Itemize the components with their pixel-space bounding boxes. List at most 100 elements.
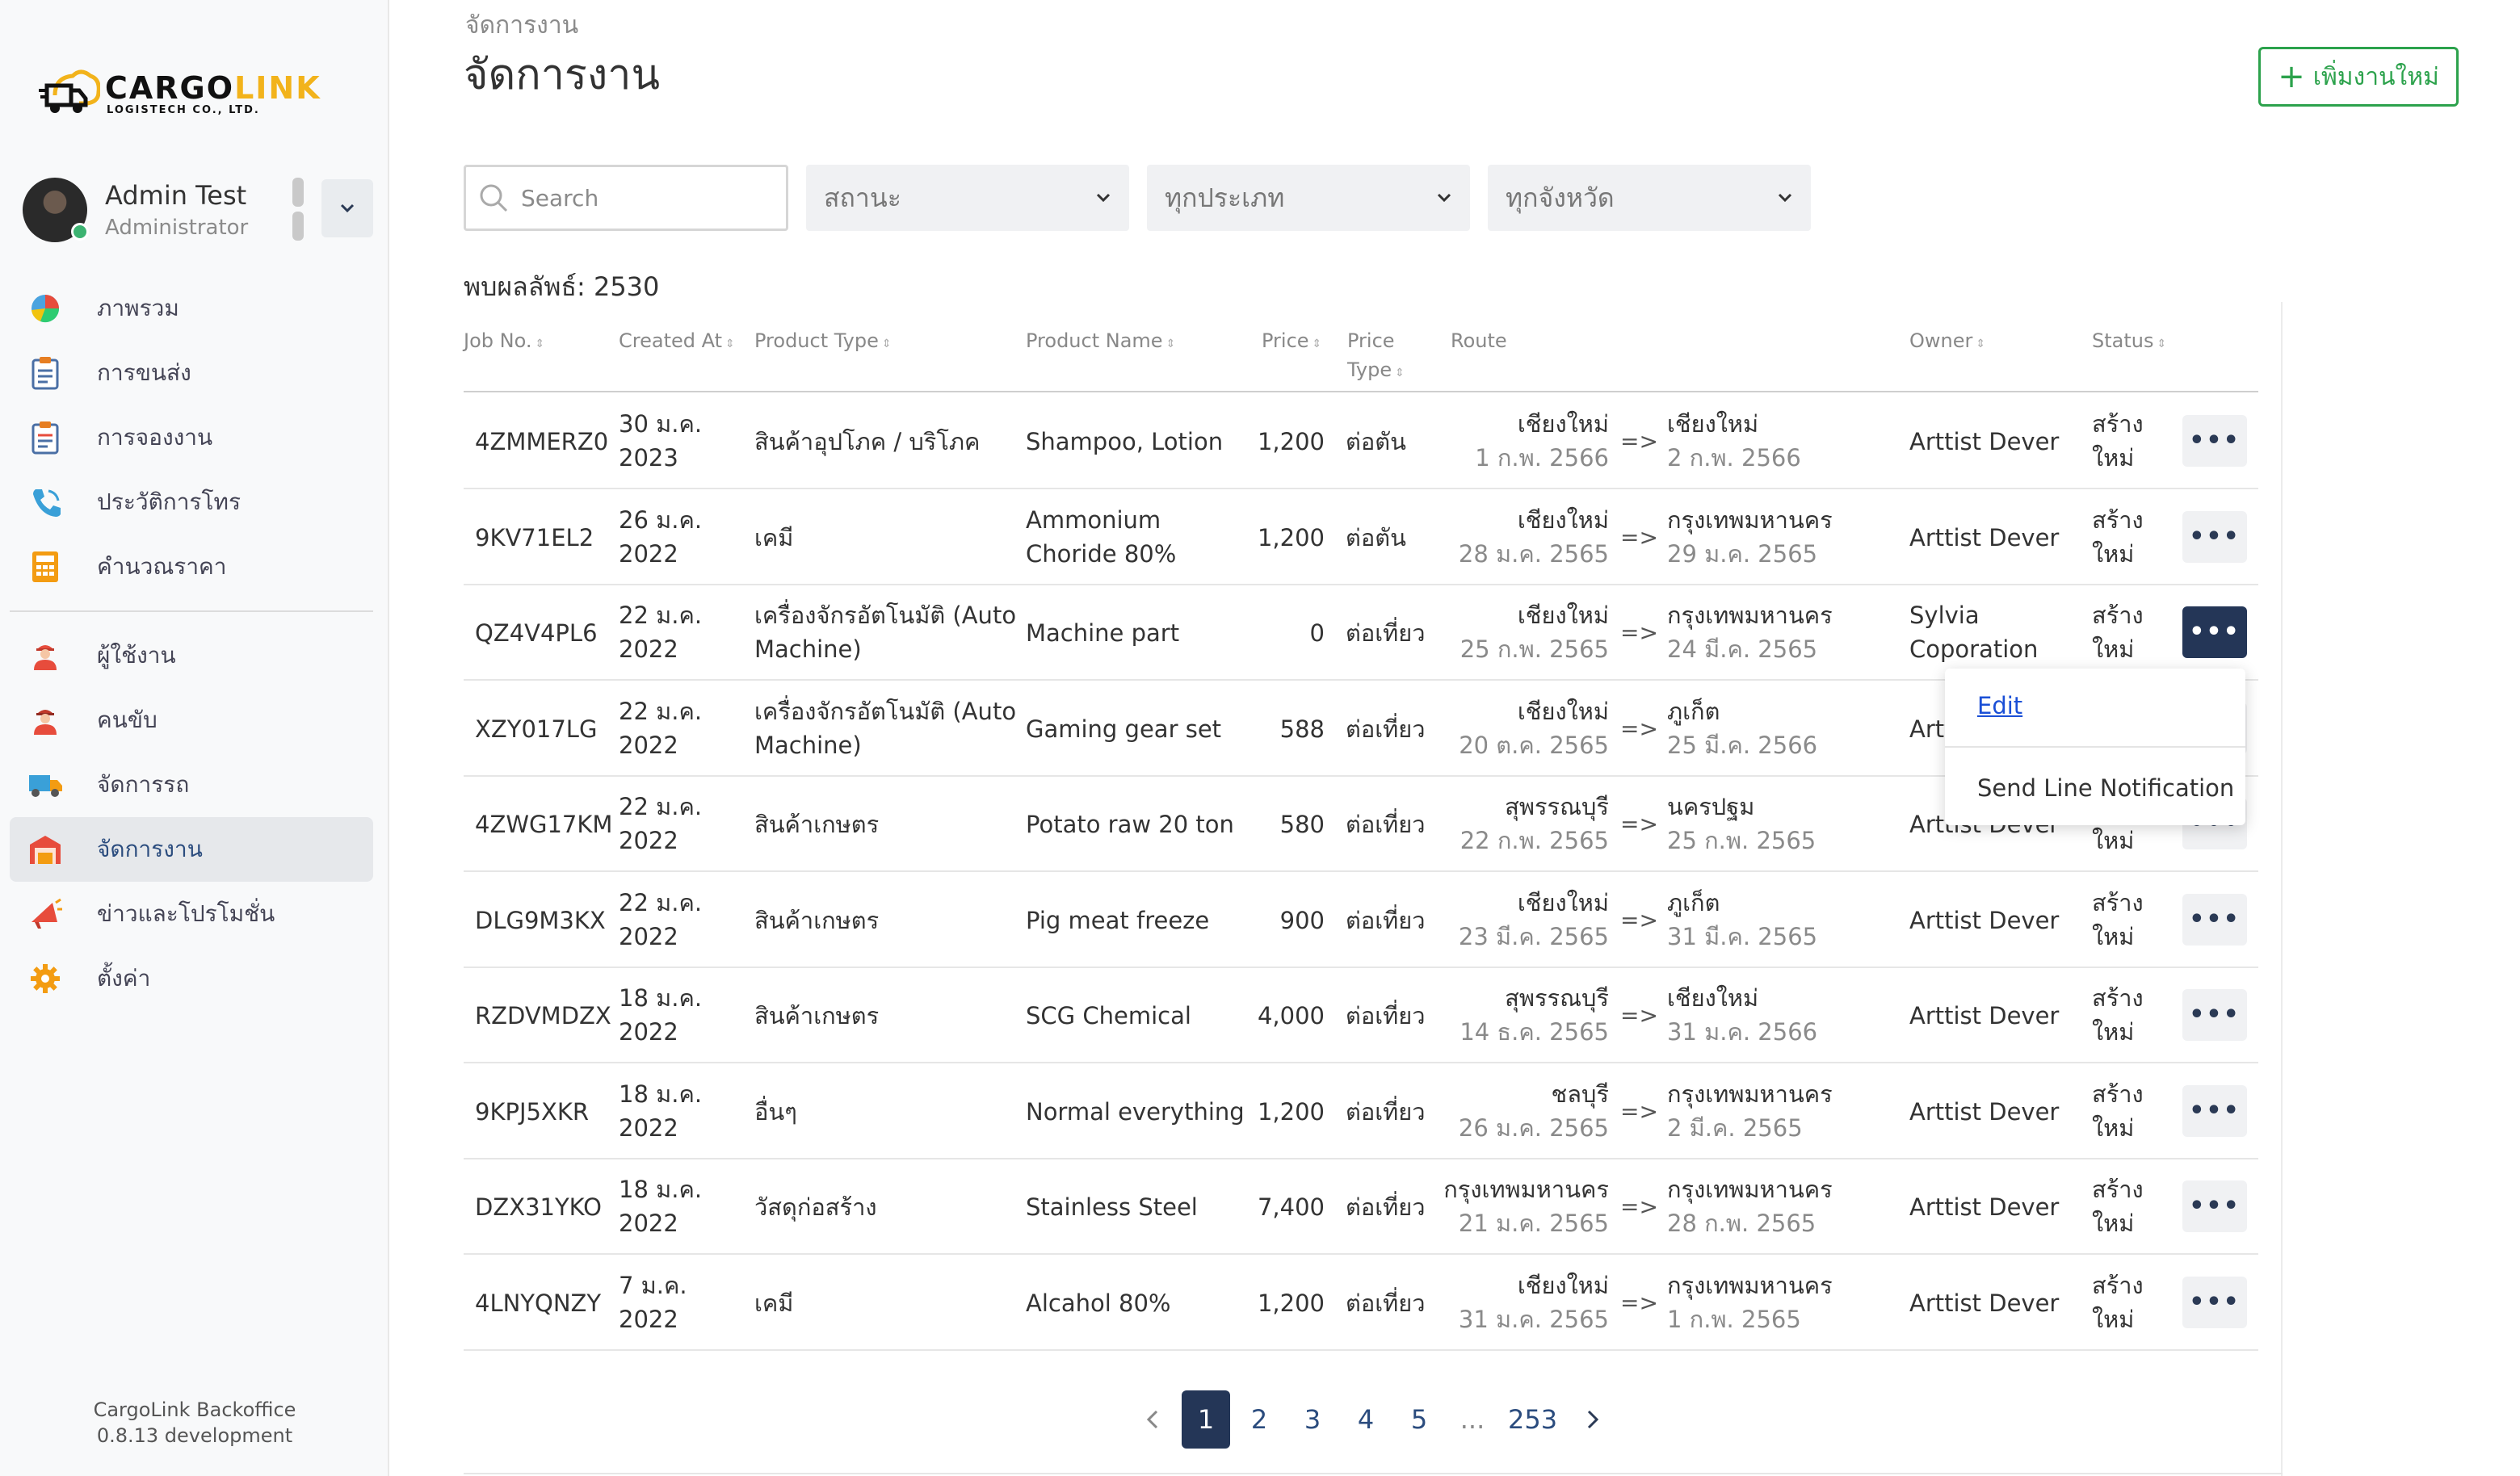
row-actions-button[interactable]: ••• — [2182, 893, 2247, 946]
sidebar-item-call-history[interactable]: ประวัติการโทร — [10, 470, 373, 535]
profile-menu-toggle[interactable] — [321, 179, 373, 237]
sidebar-scrollbar[interactable] — [292, 178, 304, 242]
col-header-product-type[interactable]: Product Type ⇕ — [754, 326, 892, 359]
route-origin: สุพรรณบุรี 22 ก.พ. 2565 — [1460, 793, 1609, 854]
price-type: ต่อตัน — [1346, 523, 1406, 551]
product-name: Ammonium Choride 80% — [1026, 505, 1177, 568]
page-2-button[interactable]: 2 — [1235, 1390, 1283, 1449]
edit-job-link[interactable]: Edit — [1945, 669, 2245, 743]
sidebar-item-label: ผู้ใช้งาน — [97, 642, 176, 669]
search-box[interactable] — [464, 165, 788, 231]
more-horizontal-icon: ••• — [2189, 904, 2241, 933]
owner: Arttist Dever — [1909, 428, 2060, 455]
sidebar-item-jobs[interactable]: จัดการงาน — [10, 817, 373, 882]
status-filter-value: สถานะ — [824, 182, 901, 213]
table-row[interactable]: DLG9M3KX 22 ม.ค. 2022 สินค้าเกษตร Pig meat f… — [464, 873, 2258, 968]
row-actions-button[interactable]: ••• — [2182, 1276, 2247, 1328]
col-header-job-no[interactable]: Job No. ⇕ — [464, 326, 544, 359]
sidebar-item-shipping[interactable]: การขนส่ง — [10, 341, 373, 405]
price: 588 — [1279, 715, 1325, 743]
price-type: ต่อเที่ยว — [1346, 1097, 1426, 1126]
profile-name: Admin Test — [105, 180, 247, 211]
pagination: 1 2 3 4 5 ... 253 — [1126, 1390, 1619, 1449]
table-row[interactable]: RZDVMDZX 18 ม.ค. 2022 สินค้าเกษตร SCG Chemic… — [464, 968, 2258, 1063]
page-3-button[interactable]: 3 — [1288, 1390, 1337, 1449]
col-header-status[interactable]: Status ⇕ — [2092, 326, 2166, 359]
sidebar-item-price-calculator[interactable]: คำนวณราคา — [10, 535, 373, 599]
route-origin: เชียงใหม่ 23 มี.ค. 2565 — [1458, 888, 1609, 950]
more-horizontal-icon: ••• — [2189, 522, 2241, 551]
row-actions-button[interactable]: ••• — [2182, 510, 2247, 563]
breadcrumb[interactable]: จัดการงาน — [465, 6, 578, 44]
created-at: 30 ม.ค. 2023 — [619, 410, 703, 472]
owner: Arttist Dever — [1909, 1097, 2060, 1126]
table-row[interactable]: 4ZMMERZ0 30 ม.ค. 2023 สินค้าอุปโภค / บริโภค… — [464, 394, 2258, 489]
price-type: ต่อเที่ยว — [1346, 906, 1426, 934]
row-actions-button[interactable]: ••• — [2182, 989, 2247, 1041]
route-arrow: => — [1620, 523, 1658, 551]
send-line-notification-item[interactable]: Send Line Notification — [1945, 751, 2245, 825]
sidebar-item-settings[interactable]: ตั้งค่า — [10, 946, 373, 1011]
table-row[interactable]: 9KV71EL2 26 ม.ค. 2022 เคมี Ammonium Choride 8… — [464, 490, 2258, 585]
sidebar-item-news-promotions[interactable]: ข่าวและโปรโมชั่น — [10, 882, 373, 946]
route-origin: เชียงใหม่ 1 ก.พ. 2566 — [1475, 410, 1609, 472]
last-page-button[interactable]: 253 — [1502, 1390, 1564, 1449]
row-actions-button[interactable]: ••• — [2182, 606, 2247, 658]
menu-divider — [1945, 746, 2245, 748]
sidebar-item-overview[interactable]: ภาพรวม — [10, 276, 373, 341]
province-filter-select[interactable]: ทุกจังหวัด — [1488, 165, 1811, 231]
price: 4,000 — [1257, 1002, 1325, 1029]
route-arrow: => — [1620, 428, 1658, 455]
add-job-label: เพิ่มงานใหม่ — [2312, 62, 2439, 91]
avatar[interactable] — [23, 178, 89, 242]
route-arrow: => — [1620, 715, 1658, 742]
col-header-price[interactable]: Price ⇕ — [1262, 326, 1321, 359]
table-row[interactable]: DZX31YKO 18 ม.ค. 2022 วัสดุก่อสร้าง Stainles… — [464, 1159, 2258, 1255]
col-header-product-name[interactable]: Product Name ⇕ — [1026, 326, 1175, 359]
col-header-created-at[interactable]: Created At ⇕ — [619, 326, 735, 359]
created-at: 26 ม.ค. 2022 — [619, 505, 703, 568]
next-page-button[interactable] — [1569, 1390, 1617, 1449]
created-at: 18 ม.ค. 2022 — [619, 984, 703, 1046]
sidebar-item-booking[interactable]: การจองงาน — [10, 405, 373, 470]
row-actions-button[interactable]: ••• — [2182, 1180, 2247, 1232]
row-actions-button[interactable]: ••• — [2182, 415, 2247, 467]
search-input[interactable] — [521, 184, 779, 212]
product-type: สินค้าเกษตร — [754, 1002, 880, 1029]
cargolink-logo[interactable]: CARGOLINK LOGISTECH CO., LTD. — [39, 68, 321, 120]
pie-chart-icon — [27, 291, 63, 326]
chevron-right-icon — [1588, 1410, 1599, 1429]
price-type: ต่อเที่ยว — [1346, 715, 1426, 743]
route-destination: นครปฐม 25 ก.พ. 2565 — [1667, 793, 1816, 854]
created-at: 22 ม.ค. 2022 — [619, 602, 703, 663]
route-destination: กรุงเทพมหานคร 29 ม.ค. 2565 — [1667, 505, 1833, 568]
col-header-price-type[interactable]: Price Type ⇕ — [1347, 326, 1405, 388]
col-header-owner[interactable]: Owner ⇕ — [1909, 326, 1985, 359]
price: 1,200 — [1257, 1097, 1325, 1126]
row-actions-menu: Edit Send Line Notification — [1945, 669, 2245, 825]
clipboard-list-icon — [27, 420, 63, 455]
price-type: ต่อเที่ยว — [1346, 811, 1426, 838]
sidebar-item-vehicles[interactable]: จัดการรถ — [10, 753, 373, 817]
megaphone-icon — [27, 896, 63, 932]
logo-wordmark: CARGOLINK — [105, 69, 321, 106]
page-1-button[interactable]: 1 — [1182, 1390, 1230, 1449]
table-row[interactable]: 4LNYQNZY 7 ม.ค. 2022 เคมี Alcahol 80% 1,200 ต่… — [464, 1256, 2258, 1351]
prev-page-button[interactable] — [1128, 1390, 1177, 1449]
status-filter-select[interactable]: สถานะ — [806, 165, 1129, 231]
row-actions-button[interactable]: ••• — [2182, 1084, 2247, 1137]
table-row[interactable]: 9KPJ5XKR 18 ม.ค. 2022 อื่นๆ Normal everythin… — [464, 1064, 2258, 1159]
pagination-ellipsis: ... — [1460, 1404, 1485, 1435]
page-4-button[interactable]: 4 — [1342, 1390, 1390, 1449]
sidebar-item-users[interactable]: ผู้ใช้งาน — [10, 623, 373, 688]
add-job-button[interactable]: + เพิ่มงานใหม่ — [2258, 47, 2459, 107]
route-arrow: => — [1620, 1193, 1658, 1220]
route-arrow: => — [1620, 619, 1658, 646]
job-number: 4LNYQNZY — [475, 1289, 602, 1317]
owner: Arttist Dever — [1909, 523, 2060, 551]
page-5-button[interactable]: 5 — [1395, 1390, 1443, 1449]
type-filter-select[interactable]: ทุกประเภท — [1147, 165, 1470, 231]
sidebar-item-drivers[interactable]: คนขับ — [10, 688, 373, 753]
table-row[interactable]: QZ4V4PL6 22 ม.ค. 2022 เครื่องจักรอัตโนมัติ … — [464, 585, 2258, 681]
route-destination: ภูเก็ต 31 มี.ค. 2565 — [1667, 888, 1818, 950]
